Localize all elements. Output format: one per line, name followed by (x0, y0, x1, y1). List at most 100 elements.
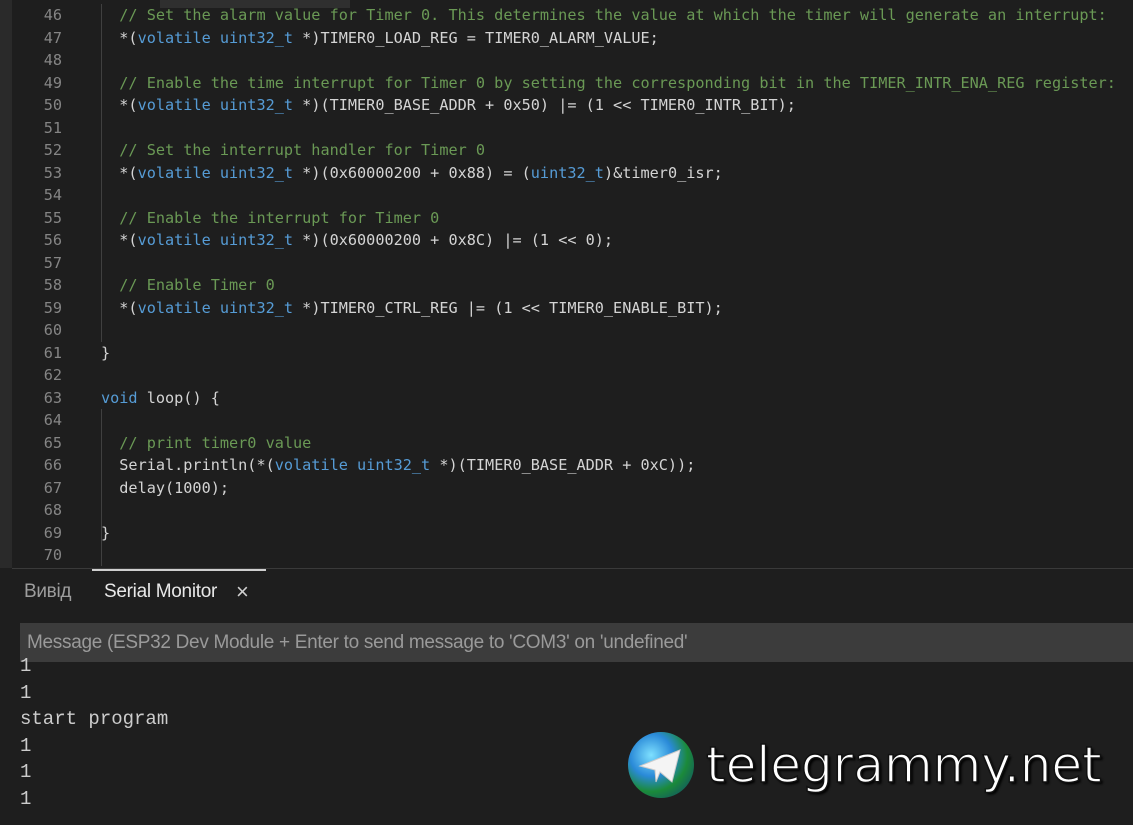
code-text: // Enable the time interrupt for Timer 0… (101, 72, 1116, 95)
code-text: *(volatile uint32_t *)TIMER0_LOAD_REG = … (101, 27, 659, 50)
line-number: 60 (43, 321, 62, 339)
comment-token: // Enable the time interrupt for Timer 0… (101, 73, 1116, 92)
active-tab-indicator (92, 569, 266, 571)
code-text: Serial.println(*(volatile uint32_t *)(TI… (101, 454, 695, 477)
code-editor[interactable]: 46 // Set the alarm value for Timer 0. T… (12, 4, 1133, 566)
line-number: 47 (43, 28, 62, 47)
line-number: 59 (43, 298, 62, 317)
line-number: 48 (43, 51, 62, 69)
code-token: *( (101, 298, 138, 317)
code-text: *(volatile uint32_t *)(TIMER0_BASE_ADDR … (101, 94, 796, 117)
line-number: 58 (43, 276, 62, 294)
code-line[interactable]: 59 *(volatile uint32_t *)TIMER0_CTRL_REG… (12, 297, 1133, 320)
code-line[interactable]: 55 // Enable the interrupt for Timer 0 (12, 207, 1133, 230)
code-token: Serial.println(*( (101, 456, 275, 474)
code-line[interactable]: 53 *(volatile uint32_t *)(0x60000200 + 0… (12, 162, 1133, 185)
line-number: 55 (43, 208, 62, 227)
code-line[interactable]: 68 (12, 499, 1133, 522)
code-line[interactable]: 65 // print timer0 value (12, 432, 1133, 455)
code-line[interactable]: 52 // Set the interrupt handler for Time… (12, 139, 1133, 162)
line-number: 62 (43, 366, 62, 384)
line-number: 50 (43, 96, 62, 114)
code-line[interactable]: 66 Serial.println(*(volatile uint32_t *)… (12, 454, 1133, 477)
code-text: } (101, 522, 110, 545)
code-line[interactable]: 69} (12, 522, 1133, 545)
tab-output[interactable]: Вивід (24, 581, 72, 603)
line-number: 67 (43, 478, 62, 497)
code-token: delay(1000); (101, 478, 230, 497)
line-number: 68 (43, 501, 62, 519)
code-token: *( (101, 231, 138, 249)
code-text: // Enable Timer 0 (101, 274, 275, 297)
code-token: )&timer0_isr; (603, 163, 723, 182)
line-number: 56 (43, 231, 62, 249)
code-line[interactable]: 48 (12, 49, 1133, 72)
code-text: // print timer0 value (101, 432, 311, 455)
code-line[interactable]: 62 (12, 364, 1133, 387)
code-line[interactable]: 58 // Enable Timer 0 (12, 274, 1133, 297)
comment-token: // Set the interrupt handler for Timer 0 (101, 141, 486, 159)
keyword-token: uint32_t (530, 163, 604, 182)
code-text: // Set the alarm value for Timer 0. This… (101, 4, 1107, 27)
code-line[interactable]: 56 *(volatile uint32_t *)(0x60000200 + 0… (12, 229, 1133, 252)
code-line[interactable]: 67 delay(1000); (12, 477, 1133, 500)
code-token: *)(0x60000200 + 0x8C) |= (1 << 0); (293, 231, 614, 249)
close-icon[interactable]: × (236, 579, 249, 605)
keyword-token: volatile uint32_t (137, 163, 294, 182)
keyword-token: volatile uint32_t (137, 231, 294, 249)
code-line[interactable]: 70 (12, 544, 1133, 566)
keyword-token: volatile uint32_t (137, 96, 294, 114)
code-token: *( (101, 28, 138, 47)
code-text: // Enable the interrupt for Timer 0 (101, 207, 439, 230)
code-line[interactable]: 46 // Set the alarm value for Timer 0. T… (12, 4, 1133, 27)
line-number: 65 (43, 433, 62, 452)
code-line[interactable]: 49 // Enable the time interrupt for Time… (12, 72, 1133, 95)
code-line[interactable]: 50 *(volatile uint32_t *)(TIMER0_BASE_AD… (12, 94, 1133, 117)
line-number: 61 (43, 343, 62, 362)
code-token: *)(TIMER0_BASE_ADDR + 0x50) |= (1 << TIM… (293, 96, 796, 114)
line-number: 49 (43, 73, 62, 92)
code-line[interactable]: 57 (12, 252, 1133, 275)
output-line: 1 (20, 681, 32, 704)
line-number: 52 (43, 141, 62, 159)
code-line[interactable]: 60 (12, 319, 1133, 342)
code-line[interactable]: 61} (12, 342, 1133, 365)
line-number: 53 (43, 163, 62, 182)
code-text: *(volatile uint32_t *)TIMER0_CTRL_REG |=… (101, 297, 723, 320)
line-number: 51 (43, 118, 62, 137)
code-token: *)TIMER0_LOAD_REG = TIMER0_ALARM_VALUE; (293, 28, 659, 47)
panel-gutter (0, 568, 12, 824)
code-line[interactable]: 47 *(volatile uint32_t *)TIMER0_LOAD_REG… (12, 27, 1133, 50)
tab-serial-monitor[interactable]: Serial Monitor (104, 581, 217, 603)
watermark-text: telegrammy.net (705, 735, 1102, 795)
keyword-token: volatile uint32_t (274, 456, 431, 474)
telegram-globe-icon (628, 732, 694, 798)
code-token: *( (101, 96, 138, 114)
watermark: telegrammy.net (628, 732, 1103, 798)
keyword-token: volatile uint32_t (137, 28, 294, 47)
code-text: *(volatile uint32_t *)(0x60000200 + 0x88… (101, 162, 723, 185)
code-token: *)(0x60000200 + 0x88) = ( (293, 163, 531, 182)
line-number: 46 (43, 6, 62, 24)
output-line: 1 (20, 655, 32, 677)
code-line[interactable]: 63 void loop() { (12, 387, 1133, 410)
line-number: 57 (43, 253, 62, 272)
code-text: // Set the interrupt handler for Timer 0 (101, 139, 485, 162)
code-line[interactable]: 64 (12, 409, 1133, 432)
code-text: *(volatile uint32_t *)(0x60000200 + 0x8C… (101, 229, 613, 252)
keyword-token: void (101, 388, 138, 407)
code-token: *)(TIMER0_BASE_ADDR + 0xC)); (430, 456, 696, 474)
code-token: *)TIMER0_CTRL_REG |= (1 << TIMER0_ENABLE… (293, 298, 723, 317)
code-line[interactable]: 54 (12, 184, 1133, 207)
line-number: 54 (43, 186, 62, 204)
comment-token: // Set the alarm value for Timer 0. This… (101, 6, 1107, 24)
code-text: delay(1000); (101, 477, 229, 500)
line-number: 70 (43, 546, 62, 564)
comment-token: // Enable the interrupt for Timer 0 (101, 208, 440, 227)
activity-strip (0, 0, 12, 568)
output-line: start program (20, 708, 169, 730)
comment-token: // Enable Timer 0 (101, 276, 275, 294)
keyword-token: volatile uint32_t (137, 298, 294, 317)
code-line[interactable]: 51 (12, 117, 1133, 140)
code-token: } (101, 343, 111, 362)
